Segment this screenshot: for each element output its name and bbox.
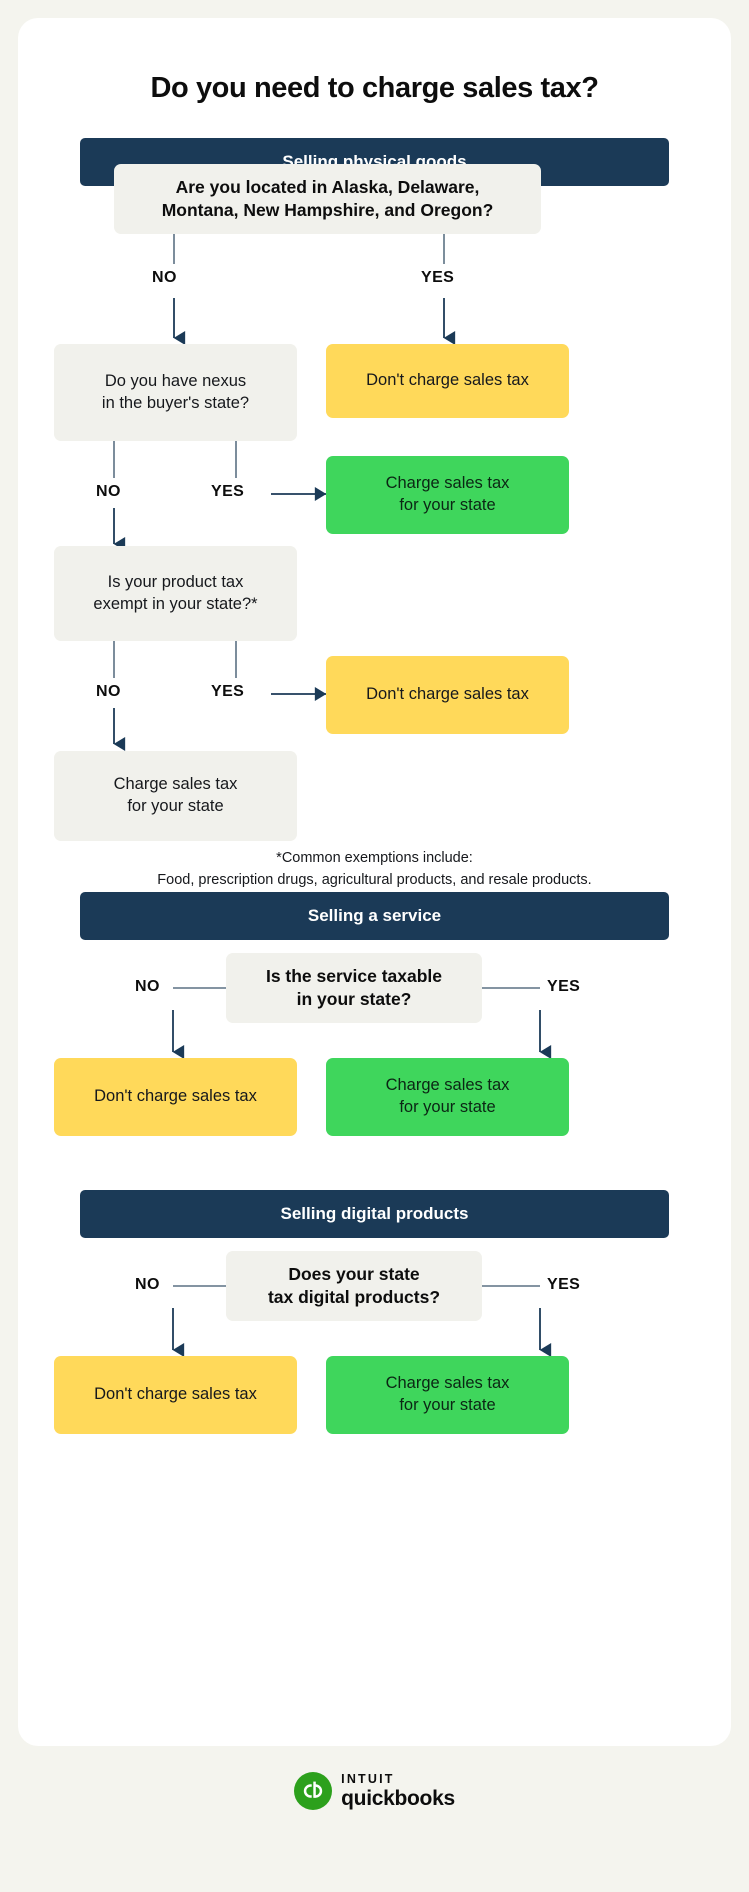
logo-intuit-text: INTUIT [341, 1771, 395, 1786]
charge-line-2: for your state [399, 496, 496, 515]
charge-grey-line-1: Charge sales tax [113, 775, 238, 794]
logo-quickbooks-text: quickbooks [341, 1787, 455, 1811]
dig-charge-line-2: for your state [399, 1396, 496, 1415]
q2-no-label: NO [96, 483, 121, 501]
section-banner-digital: Selling digital products [80, 1190, 669, 1239]
q3-yes-label: YES [211, 683, 245, 701]
dig-charge-line-1: Charge sales tax [385, 1374, 510, 1393]
service-yes-label: YES [547, 978, 581, 996]
q2-yes-label: YES [211, 483, 245, 501]
question-box-nexus: Do you have nexus in the buyer's state? [54, 344, 297, 442]
q1-line-1: Are you located in Alaska, Delaware, [175, 177, 480, 198]
svc-line-2: in your state? [296, 989, 412, 1010]
flow-physical-goods: Are you located in Alaska, Delaware, Mon… [18, 164, 731, 888]
service-no-label: NO [135, 978, 160, 996]
infographic-card: Do you need to charge sales tax? Selling… [18, 18, 731, 1746]
svc-charge-line-2: for your state [399, 1098, 496, 1117]
q1-line-2: Montana, New Hampshire, and Oregon? [161, 200, 494, 221]
outcome-digital-dont-charge: Don't charge sales tax [54, 1356, 297, 1435]
section-banner-service: Selling a service [80, 892, 669, 941]
footnote: *Common exemptions include: Food, prescr… [18, 848, 731, 892]
charge-line-1: Charge sales tax [385, 474, 510, 493]
footnote-line-2: Food, prescription drugs, agricultural p… [157, 872, 592, 888]
q2-line-1: Do you have nexus [104, 371, 247, 390]
q3-line-1: Is your product tax [107, 572, 244, 591]
digital-no-label: NO [135, 1276, 160, 1294]
charge-grey-line-2: for your state [127, 797, 224, 816]
outcome-dont-charge-1: Don't charge sales tax [326, 344, 569, 419]
outcome-charge-green-1: Charge sales tax for your state [326, 456, 569, 535]
brand-logo: INTUIT quickbooks [18, 1746, 731, 1824]
digital-yes-label: YES [547, 1276, 581, 1294]
outcome-dont-charge-2: Don't charge sales tax [326, 656, 569, 735]
question-box-exempt: Is your product tax exempt in your state… [54, 546, 297, 642]
svc-charge-line-1: Charge sales tax [385, 1076, 510, 1095]
outcome-service-charge: Charge sales tax for your state [326, 1058, 569, 1137]
footnote-line-1: *Common exemptions include: [276, 850, 473, 867]
q2-line-2: in the buyer's state? [101, 393, 250, 412]
outcome-digital-charge: Charge sales tax for your state [326, 1356, 569, 1435]
question-box-digital-tax: Does your state tax digital products? [226, 1251, 482, 1322]
q3-line-2: exempt in your state?* [93, 594, 258, 613]
page-title: Do you need to charge sales tax? [150, 72, 599, 104]
dig-line-2: tax digital products? [267, 1287, 441, 1308]
outcome-charge-grey-1: Charge sales tax for your state [54, 751, 297, 842]
flow-digital: Does your state tax digital products? NO… [18, 1238, 731, 1478]
svc-line-1: Is the service taxable [265, 966, 443, 987]
outcome-service-dont-charge: Don't charge sales tax [54, 1058, 297, 1137]
flow-service: Is the service taxable in your state? NO… [18, 940, 731, 1190]
q3-no-label: NO [96, 683, 121, 701]
dig-line-1: Does your state [288, 1264, 420, 1285]
q1-no-label: NO [152, 269, 177, 287]
q1-yes-label: YES [421, 269, 455, 287]
infographic-page: Do you need to charge sales tax? Selling… [0, 0, 749, 1892]
qb-logo-icon [294, 1772, 333, 1810]
question-box-located-nomadtax: Are you located in Alaska, Delaware, Mon… [114, 164, 541, 235]
question-box-service-taxable: Is the service taxable in your state? [226, 953, 482, 1024]
logo-wordmark: INTUIT quickbooks [341, 1773, 455, 1810]
